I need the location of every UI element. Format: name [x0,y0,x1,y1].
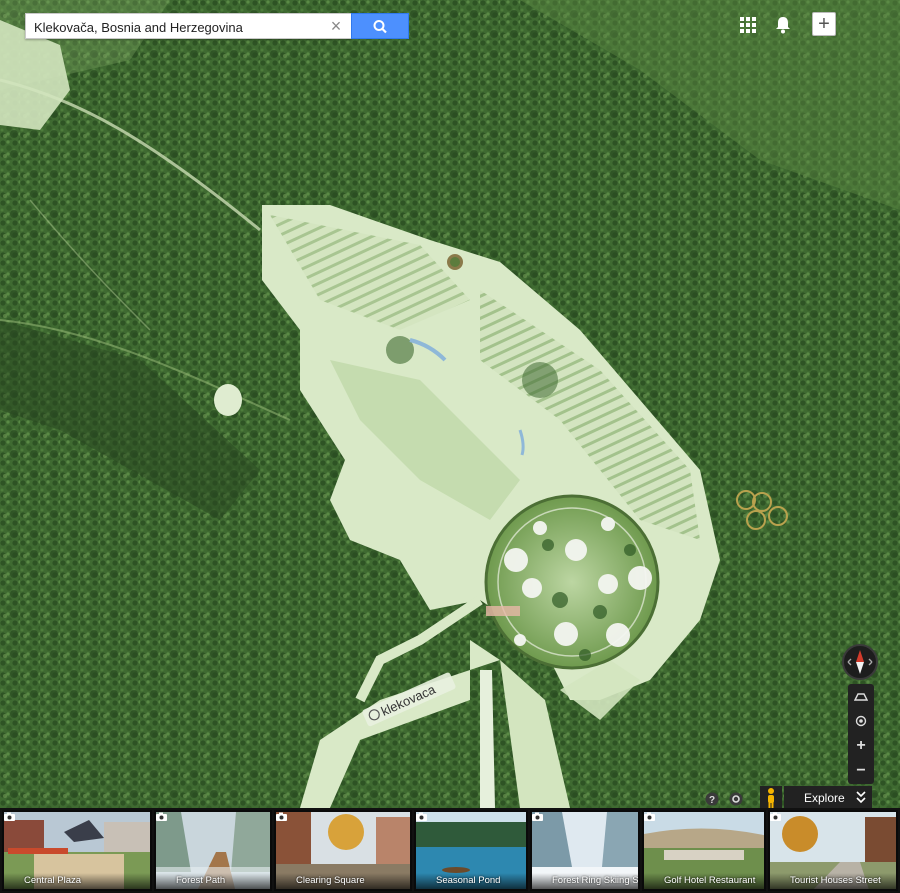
camera-icon [276,812,287,821]
photo-label: Clearing Square [296,875,365,886]
photo-label: Seasonal Pond [436,875,501,886]
help-icon[interactable]: ? [704,791,720,807]
photo-card-central-plaza[interactable]: Central Plaza [2,810,152,891]
camera-icon [4,812,15,821]
photo-card-clearing-square[interactable]: Clearing Square [274,810,412,891]
camera-icon [416,812,427,821]
settings-gear-icon[interactable] [728,791,744,807]
svg-text:?: ? [709,795,715,806]
clear-search-icon[interactable]: × [327,17,345,35]
my-location-icon[interactable] [848,709,874,733]
search-box: × [25,13,351,39]
tilt-icon[interactable] [848,684,874,708]
search-icon [373,20,387,34]
satellite-map[interactable]: klekovaca [0,0,900,808]
map-viewer: klekovaca Klekovača, Bosnia and Herzegov… [0,0,900,893]
photo-label: Forest Ring Skiing Slope [552,875,640,886]
notification-bell-icon[interactable] [770,12,796,38]
search-button[interactable] [351,13,409,39]
pegman-icon[interactable] [760,786,782,810]
photo-strip: Central Plaza Forest Path Clearing Squar… [0,808,900,893]
camera-icon [770,812,781,821]
camera-icon [532,812,543,821]
zoom-out-button[interactable]: − [848,759,874,783]
photo-card-forest-path[interactable]: Forest Path [154,810,272,891]
map-controls: + − [848,684,874,784]
search-input[interactable] [34,18,324,36]
photo-card-golf-hotel-restaurant[interactable]: Golf Hotel Restaurant [642,810,766,891]
explore-label: Explore [804,791,845,805]
explore-button[interactable]: Explore [784,786,872,808]
photo-card-forest-ring-skiing-slope[interactable]: Forest Ring Skiing Slope [530,810,640,891]
photo-card-tourist-houses-street[interactable]: Tourist Houses Street [768,810,898,891]
double-chevron-down-icon [856,791,866,804]
zoom-in-button[interactable]: + [848,734,874,758]
photo-label: Central Plaza [24,875,82,886]
photo-card-seasonal-pond[interactable]: Seasonal Pond [414,810,528,891]
photo-label: Tourist Houses Street [790,875,881,886]
apps-grid-icon[interactable] [735,12,761,38]
photo-label: Forest Path [176,875,226,886]
photo-label: Golf Hotel Restaurant [664,875,756,886]
share-plus-button[interactable]: + [812,12,836,36]
camera-icon [156,812,167,821]
compass-icon[interactable] [842,644,878,680]
camera-icon [644,812,655,821]
